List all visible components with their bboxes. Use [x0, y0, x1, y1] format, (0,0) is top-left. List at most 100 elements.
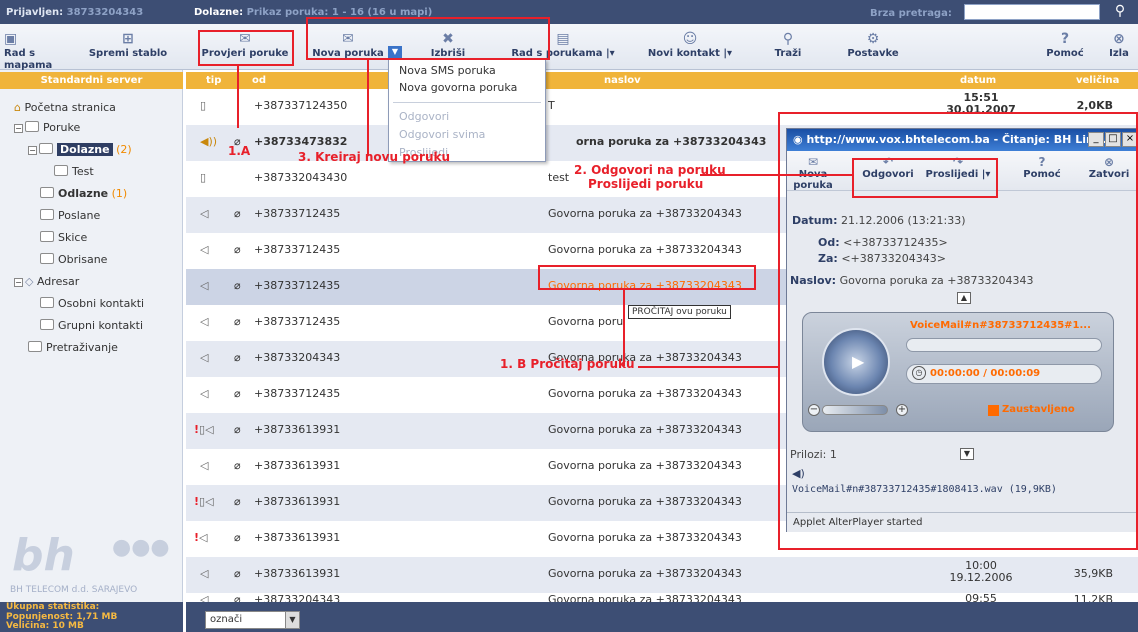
annotation-1b: 1. B Pročitaj poruku: [500, 357, 635, 371]
exit-icon: ⊗: [1113, 31, 1125, 47]
contact-icon: ☺: [682, 31, 698, 47]
annotation-box-new: [306, 17, 550, 60]
attachment-icon: ⌀: [234, 243, 241, 256]
settings-label: Postavke: [847, 48, 899, 59]
annotation-box-check: [198, 30, 294, 66]
sms-icon: ▯: [200, 99, 207, 112]
col-naslov[interactable]: naslov: [604, 75, 641, 86]
row-from: +38733204343: [254, 351, 341, 364]
speaker-icon: ◁: [200, 387, 209, 400]
tree-dolazne[interactable]: − Dolazne (2): [28, 142, 132, 158]
exit-label: Izla: [1109, 48, 1129, 59]
help-button[interactable]: ? Pomoć: [1040, 30, 1090, 60]
annotation-box-popup: [778, 112, 1138, 550]
bottom-bar: [186, 602, 1138, 632]
find-label: Traži: [774, 48, 802, 59]
help-icon: ?: [1060, 31, 1070, 47]
table-row[interactable]: ◁ ⌀ +38733204343 Govorna poruka za +38733…: [186, 593, 1138, 602]
row-size: 35,9KB: [1073, 567, 1113, 580]
list-header: tip od naslov datum veličina: [186, 72, 1138, 89]
attachment-icon: ⌀: [234, 567, 241, 580]
menu-item-new-voice[interactable]: Nova govorna poruka: [399, 81, 517, 94]
chevron-down-icon: ▼: [285, 612, 299, 628]
attachment-icon: ⌀: [234, 459, 241, 472]
folders-label: Rad s mapama: [4, 48, 53, 71]
row-subject: Govorna poruka za +38733204343: [548, 531, 742, 544]
folders-button[interactable]: ▣ Rad s mapama: [4, 30, 64, 72]
tree-obrisane[interactable]: Obrisane: [40, 252, 107, 268]
row-subject: test: [548, 171, 570, 184]
find-button[interactable]: ⚲ Traži: [768, 30, 808, 60]
speaker-icon: ◁: [200, 567, 209, 580]
speaker-icon: ◁: [200, 351, 209, 364]
mark-select[interactable]: označi ▼: [205, 611, 300, 629]
search-icon[interactable]: ⚲: [1108, 3, 1132, 21]
tree-grupni[interactable]: Grupni kontakti: [40, 318, 143, 334]
row-subject: Govorna poruka za +38733204343: [548, 593, 742, 602]
col-od[interactable]: od: [252, 75, 266, 86]
save-tree-label: Spremi stablo: [88, 48, 168, 59]
attachment-icon: ⌀: [234, 531, 241, 544]
annotation-line: [237, 66, 239, 128]
home-link[interactable]: ⌂ Početna stranica: [14, 100, 116, 116]
tree-poruke[interactable]: − Poruke: [14, 120, 80, 136]
attachment-icon: ⌀: [234, 279, 241, 292]
tree-pretrazivanje[interactable]: Pretraživanje: [28, 340, 118, 356]
menu-item-reply-all[interactable]: Odgovori svima: [399, 128, 485, 141]
outbox-count: (1): [111, 187, 128, 200]
address-book-icon: ◇: [25, 275, 34, 288]
folder-icon: [40, 297, 54, 308]
attachment-icon: ⌀: [234, 207, 241, 220]
statistics-panel: Ukupna statistika: Popunjenost: 1,71 MB …: [0, 602, 183, 632]
row-subject: orna poruka za +38733204343: [576, 135, 767, 148]
row-subject: Govorna poruka za +38733204343: [548, 459, 742, 472]
row-from: +387332043430: [254, 171, 348, 184]
bh-telecom-logo: bh: [12, 530, 75, 581]
unread-count: (2): [116, 143, 132, 156]
row-date: 09:55: [965, 593, 997, 602]
collapse-icon[interactable]: −: [14, 278, 23, 287]
row-from: +38733712435: [254, 243, 341, 256]
tree-adresar[interactable]: − ◇ Adresar: [14, 274, 79, 290]
settings-button[interactable]: ⚙ Postavke: [838, 30, 908, 60]
row-from: +38733712435: [254, 315, 341, 328]
menu-item-new-sms[interactable]: Nova SMS poruka: [399, 64, 496, 77]
tree-skice-label: Skice: [58, 231, 88, 244]
tree-odlazne[interactable]: Odlazne (1): [40, 186, 127, 202]
save-tree-button[interactable]: ⊞ Spremi stablo: [78, 30, 178, 60]
col-tip[interactable]: tip: [206, 75, 221, 86]
folder-icon: [40, 187, 54, 198]
folder-icon: [40, 253, 54, 264]
search-input[interactable]: [964, 4, 1100, 20]
col-velicina[interactable]: veličina: [1076, 75, 1119, 86]
logo-dots-icon: ●●●: [112, 535, 170, 560]
annotation-line: [623, 290, 625, 366]
tree-obrisane-label: Obrisane: [58, 253, 108, 266]
sms-icon: ▯: [200, 171, 207, 184]
exit-button[interactable]: ⊗ Izla: [1100, 30, 1138, 60]
collapse-icon[interactable]: −: [14, 124, 23, 133]
logged-in-info: Prijavljen: 38733204343: [0, 0, 183, 24]
menu-separator: [393, 102, 541, 103]
menu-item-reply[interactable]: Odgovori: [399, 110, 449, 123]
new-contact-button[interactable]: ☺ Novi kontakt |▾: [640, 30, 740, 60]
annotation-2b: Proslijedi poruku: [588, 177, 704, 191]
help-label: Pomoć: [1046, 48, 1084, 59]
row-subject: T: [548, 99, 555, 112]
tree-pretrazivanje-label: Pretraživanje: [46, 341, 118, 354]
tree-adresar-label: Adresar: [36, 275, 80, 288]
tree-test[interactable]: Test: [54, 164, 94, 180]
row-size: 11,2KB: [1073, 593, 1113, 602]
tree-poslane[interactable]: Poslane: [40, 208, 100, 224]
tree-skice[interactable]: Skice: [40, 230, 87, 246]
stats-size: Veličina: 10 MB: [6, 621, 84, 631]
company-name: BH TELECOM d.d. SARAJEVO: [10, 585, 138, 595]
logged-in-value: 38733204343: [66, 7, 144, 18]
collapse-icon[interactable]: −: [28, 146, 37, 155]
speaker-icon: ◁: [200, 243, 209, 256]
col-datum[interactable]: datum: [960, 75, 996, 86]
attachment-icon: ⌀: [234, 315, 241, 328]
row-from: +38733712435: [254, 387, 341, 400]
table-row[interactable]: ◁ ⌀ +38733613931 Govorna poruka za +38733…: [186, 557, 1138, 593]
tree-osobni[interactable]: Osobni kontakti: [40, 296, 144, 312]
